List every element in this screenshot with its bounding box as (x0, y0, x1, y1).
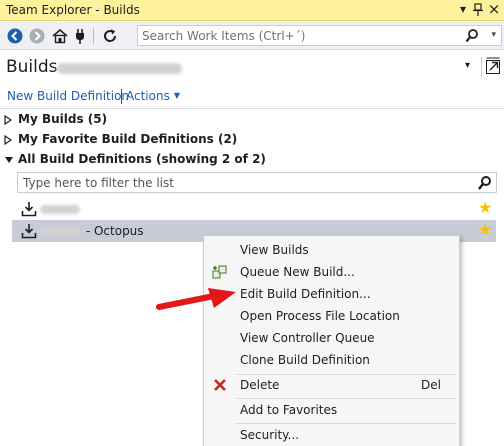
build-definition-name (40, 202, 82, 216)
connect-icon[interactable] (71, 27, 89, 45)
section-label: My Builds (5) (18, 112, 108, 126)
actions-label: Actions (126, 89, 170, 103)
favorite-star-icon[interactable]: ★ (478, 199, 492, 217)
build-definition-icon (21, 223, 37, 239)
menu-item-view-builds[interactable]: View Builds (206, 239, 457, 261)
menu-item-view-controller-queue[interactable]: View Controller Queue (206, 327, 457, 349)
menu-item-edit-build-definition[interactable]: Edit Build Definition... (206, 283, 457, 305)
section-my-builds[interactable]: My Builds (5) (0, 110, 504, 129)
menu-item-add-to-favorites[interactable]: Add to Favorites (206, 399, 457, 421)
delete-icon (212, 377, 228, 393)
close-icon[interactable]: × (487, 1, 501, 18)
build-definition-row[interactable]: ★ (12, 198, 496, 220)
annotation-arrow-icon (156, 288, 236, 310)
expand-triangle-icon[interactable] (4, 134, 13, 148)
search-box[interactable]: ▾ (137, 25, 502, 46)
header-separator (481, 57, 482, 77)
section-label: My Favorite Build Definitions (2) (18, 132, 238, 146)
page-header: Builds ▾ (0, 51, 504, 83)
home-icon[interactable] (51, 27, 69, 45)
window-menu-dropdown-icon[interactable]: ▾ (456, 1, 470, 18)
actions-caret-icon: ▼ (173, 91, 180, 100)
menu-item-security[interactable]: Security... (206, 424, 457, 446)
filter-box[interactable] (17, 172, 497, 193)
expand-triangle-icon[interactable] (4, 114, 13, 128)
page-dropdown-icon[interactable]: ▾ (465, 60, 470, 71)
search-icon[interactable] (477, 175, 492, 191)
menu-item-clone-build-definition[interactable]: Clone Build Definition (206, 349, 457, 371)
forward-icon[interactable] (28, 27, 46, 45)
filter-input[interactable] (23, 176, 463, 190)
menu-item-shortcut: Del (421, 378, 441, 392)
toolbar-separator (93, 28, 94, 44)
window-title: Team Explorer - Builds (6, 3, 140, 17)
queue-build-icon (212, 264, 228, 280)
collapse-triangle-icon[interactable] (4, 154, 14, 168)
refresh-icon[interactable] (101, 27, 119, 45)
actions-menu-link[interactable]: Actions ▼ (126, 89, 180, 103)
redacted-definition-name (40, 205, 80, 214)
section-my-favorite-build-definitions[interactable]: My Favorite Build Definitions (2) (0, 130, 504, 149)
section-divider (0, 108, 504, 109)
section-all-build-definitions[interactable]: All Build Definitions (showing 2 of 2) (0, 150, 504, 169)
navigation-toolbar: ▾ (0, 22, 504, 50)
action-links: New Build Definition Actions ▼ (0, 86, 504, 106)
favorite-star-icon[interactable]: ★ (478, 221, 492, 239)
pin-icon[interactable] (471, 1, 485, 18)
redacted-project-name (57, 63, 182, 74)
menu-item-queue-new-build[interactable]: Queue New Build... (206, 261, 457, 283)
back-icon[interactable] (6, 27, 24, 45)
section-label: All Build Definitions (showing 2 of 2) (18, 152, 266, 166)
search-options-dropdown-icon[interactable]: ▾ (491, 28, 496, 43)
search-input[interactable] (142, 28, 462, 43)
menu-item-delete[interactable]: Delete Del (206, 374, 457, 396)
redacted-definition-name (40, 227, 80, 236)
context-menu: View Builds Queue New Build... Edit Buil… (203, 235, 460, 446)
new-build-definition-link[interactable]: New Build Definition (7, 89, 129, 103)
page-title: Builds (6, 57, 58, 77)
search-icon[interactable] (465, 28, 479, 44)
title-bar: Team Explorer - Builds ▾ × (0, 0, 504, 21)
action-links-separator (121, 89, 122, 104)
build-definition-icon (21, 201, 37, 217)
menu-item-open-process-file-location[interactable]: Open Process File Location (206, 305, 457, 327)
build-definition-name: - Octopus (40, 224, 144, 238)
navigate-out-icon[interactable] (485, 57, 501, 75)
